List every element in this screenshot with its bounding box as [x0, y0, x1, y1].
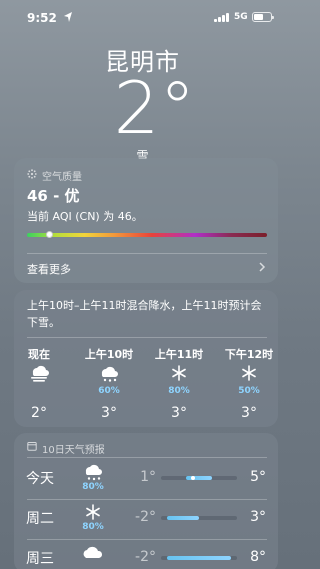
hour-item[interactable]: 上午11时 80% 3°	[154, 346, 204, 421]
precip-chance	[14, 386, 64, 397]
see-more-link[interactable]: 查看更多	[27, 261, 71, 277]
day-name: 周二	[26, 511, 54, 527]
aqi-scale-bar	[27, 231, 267, 238]
temperature-range-bar	[161, 516, 237, 520]
sleet-icon	[101, 366, 118, 382]
temperature-range-bar	[161, 556, 237, 560]
air-quality-icon	[27, 169, 37, 179]
aqi-value: 46 - 优	[27, 187, 80, 205]
day-name: 今天	[26, 471, 54, 487]
hourly-forecast-card[interactable]: 上午10时–上午11时混合降水，上午11时预计会下雪。 现在 2° 上午10时 …	[14, 290, 278, 427]
divider	[27, 457, 267, 458]
current-temperature: 2°	[113, 66, 196, 150]
day-name: 周三	[26, 551, 54, 567]
low-temperature: -2°	[135, 509, 156, 525]
air-quality-card[interactable]: 空气质量 46 - 优 当前 AQI (CN) 为 46。 查看更多	[14, 158, 278, 283]
calendar-icon	[27, 442, 37, 451]
high-temperature: 3°	[250, 509, 266, 525]
hour-label: 下午12时	[224, 348, 274, 361]
hour-item[interactable]: 上午10时 60% 3°	[84, 346, 134, 421]
hour-temperature: 3°	[241, 405, 257, 421]
hour-label: 上午10时	[84, 348, 134, 361]
ten-day-forecast-card[interactable]: 10日天气预报 今天 80% 1° 5° 周二 80% -2° 3° 周三 -2…	[14, 433, 278, 569]
hour-temperature: 3°	[101, 405, 117, 421]
hour-temperature: 3°	[171, 405, 187, 421]
precip-chance: 60%	[98, 386, 120, 396]
aqi-indicator	[46, 231, 53, 238]
snowflake-icon	[242, 365, 256, 381]
precip-chance: 50%	[238, 386, 260, 396]
day-row[interactable]: 今天 80% 1° 5°	[14, 460, 278, 500]
low-temperature: -2°	[135, 549, 156, 565]
snowflake-icon	[172, 365, 186, 381]
fog-icon	[31, 365, 49, 382]
precip-chance: 80%	[82, 522, 104, 532]
day-row[interactable]: 周三 -2° 8°	[14, 540, 278, 569]
ten-day-caption: 10日天气预报	[42, 445, 105, 456]
status-time: 9:52	[27, 11, 57, 25]
current-temperature-dot	[190, 476, 195, 480]
precip-chance: 80%	[82, 482, 104, 492]
network-type: 5G	[234, 12, 248, 22]
status-bar: 9:52 5G	[0, 0, 285, 34]
divider	[27, 337, 267, 338]
temperature-range-fill	[167, 516, 199, 520]
divider	[27, 253, 267, 254]
hour-temperature: 2°	[31, 405, 47, 421]
temperature-range-bar	[161, 476, 237, 480]
hour-item[interactable]: 下午12时 50% 3°	[224, 346, 274, 421]
cellular-signal-icon	[214, 12, 231, 22]
forecast-summary: 上午10时–上午11时混合降水，上午11时预计会下雪。	[27, 299, 262, 329]
hour-item[interactable]: 现在 2°	[14, 346, 64, 421]
precip-chance: 80%	[168, 386, 190, 396]
high-temperature: 8°	[250, 549, 266, 565]
aqi-description: 当前 AQI (CN) 为 46。	[27, 210, 143, 223]
temperature-range-fill	[167, 556, 231, 560]
hour-label: 上午11时	[154, 348, 204, 361]
location-arrow-icon	[64, 12, 72, 22]
chevron-right-icon[interactable]	[258, 261, 266, 273]
snowflake-icon	[86, 504, 100, 520]
cloud-icon	[83, 546, 103, 558]
air-quality-caption: 空气质量	[42, 172, 82, 183]
high-temperature: 5°	[250, 469, 266, 485]
low-temperature: 1°	[140, 469, 156, 485]
battery-icon	[252, 12, 274, 22]
hour-label: 现在	[28, 348, 50, 361]
day-row[interactable]: 周二 80% -2° 3°	[14, 500, 278, 540]
sleet-icon	[85, 464, 102, 481]
